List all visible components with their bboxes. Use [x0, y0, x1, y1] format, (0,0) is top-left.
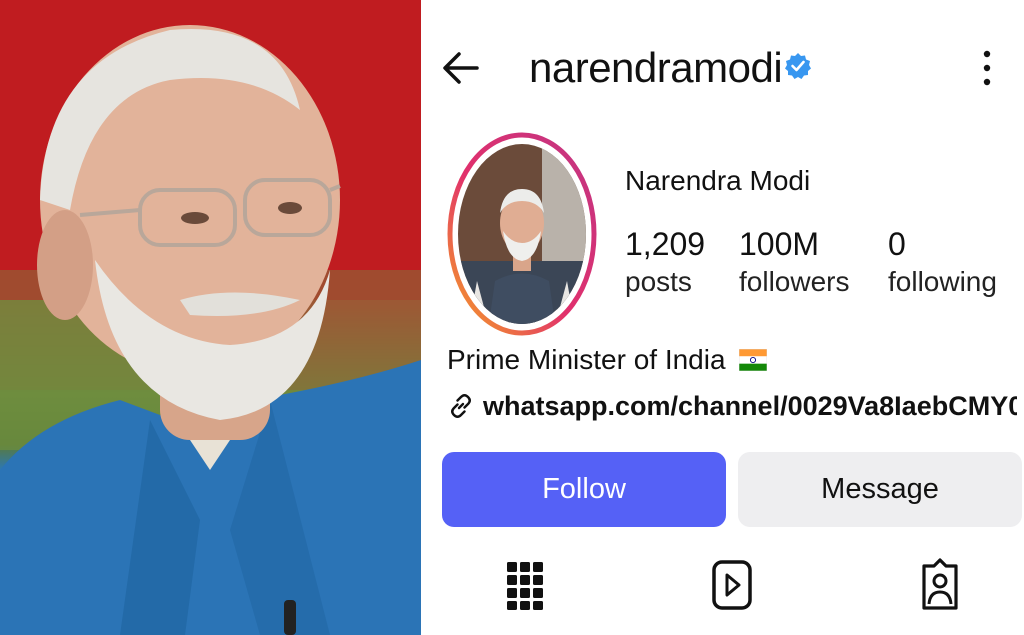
profile-header: narendramodi — [421, 36, 1024, 100]
verified-badge-icon — [785, 53, 811, 79]
more-vertical-icon[interactable] — [975, 46, 999, 90]
india-flag-icon — [739, 349, 768, 371]
profile-tabs — [421, 552, 1024, 616]
stat-label: following — [888, 266, 997, 297]
message-button[interactable]: Message — [738, 452, 1022, 527]
link-icon — [451, 394, 471, 418]
username: narendramodi — [529, 44, 783, 91]
tagged-person-icon[interactable] — [918, 556, 962, 612]
stat-value: 1,209 — [625, 226, 706, 262]
bio-link[interactable]: whatsapp.com/channel/0029Va8IaebCMY0... — [447, 388, 1017, 424]
stat-label: posts — [625, 266, 692, 297]
bio: Prime Minister of India — [447, 342, 768, 378]
arrow-left-icon[interactable] — [441, 48, 481, 88]
profile-photo-large — [0, 0, 421, 635]
stat-value: 0 — [888, 226, 906, 262]
avatar[interactable] — [447, 131, 597, 337]
portrait-photo — [0, 0, 421, 635]
stat-following[interactable]: 0 following — [888, 226, 997, 302]
reels-icon[interactable] — [710, 556, 754, 612]
bio-text: Prime Minister of India — [447, 344, 726, 375]
follow-button[interactable]: Follow — [442, 452, 726, 527]
stat-followers[interactable]: 100M followers — [739, 226, 849, 302]
profile-panel: narendramodi Narendra Modi 1,209 posts 1… — [421, 0, 1024, 635]
bio-link-text[interactable]: whatsapp.com/channel/0029Va8IaebCMY0... — [483, 391, 1017, 421]
display-name: Narendra Modi — [625, 165, 811, 196]
stat-label: followers — [739, 266, 850, 297]
grid-icon[interactable] — [503, 556, 547, 612]
stat-value: 100M — [739, 226, 820, 262]
stat-posts[interactable]: 1,209 posts — [625, 226, 705, 302]
